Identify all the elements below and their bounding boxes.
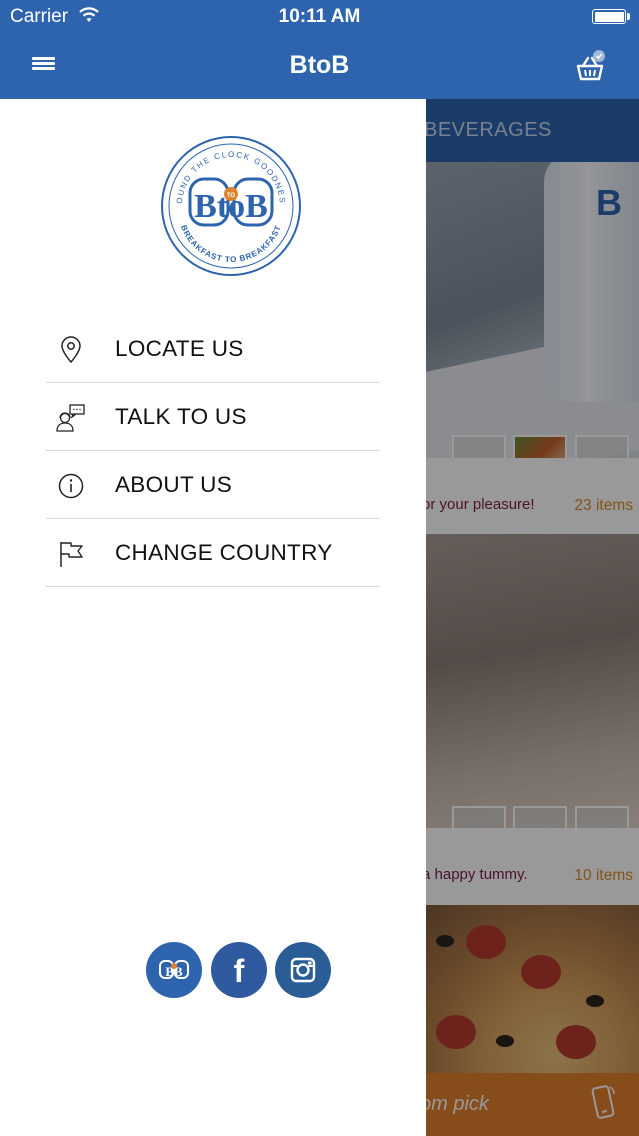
flag-icon [60,542,83,567]
svg-text:BREAKFAST TO BREAKFAST: BREAKFAST TO BREAKFAST [179,224,283,264]
menu-item-label: CHANGE COUNTRY [115,540,333,565]
menu-item-label: TALK TO US [115,404,247,429]
instagram-button[interactable] [275,942,331,998]
menu-item-talk-to-us[interactable]: TALK TO US [46,383,380,451]
btob-logo-icon: BB [159,960,189,979]
support-agent-icon [56,404,85,432]
logo-badge-text: TO [227,193,236,199]
menu-item-label: ABOUT US [115,472,233,497]
info-icon [58,473,84,499]
drawer-dim-overlay[interactable] [426,99,639,1136]
instagram-icon [290,957,316,983]
drawer-menu: LOCATE US TALK TO US ABOUT US CHANGE COU… [46,315,380,587]
nav-bar: BtoB [0,36,639,99]
menu-item-about-us[interactable]: ABOUT US [46,451,380,519]
menu-item-locate-us[interactable]: LOCATE US [46,315,380,383]
facebook-button[interactable]: f [211,942,267,998]
facebook-icon: f [234,953,245,989]
side-drawer: ROUND THE CLOCK GOODNESS BREAKFAST TO BR… [0,99,426,1136]
location-pin-icon [61,336,81,364]
battery-icon [592,9,626,24]
menu-item-label: LOCATE US [115,336,244,361]
status-bar: Carrier 10:11 AM [0,0,639,36]
clock: 10:11 AM [278,6,361,27]
svg-text:f: f [234,953,245,989]
menu-item-change-country[interactable]: CHANGE COUNTRY [46,519,380,587]
basket-icon[interactable] [570,48,610,88]
logo-bottom-text: BREAKFAST TO BREAKFAST [179,224,282,264]
btob-logo: ROUND THE CLOCK GOODNESS BREAKFAST TO BR… [160,135,301,276]
battery-tip [627,13,630,20]
app-title: BtoB [289,51,350,79]
btob-social-button[interactable]: BB [146,942,202,998]
